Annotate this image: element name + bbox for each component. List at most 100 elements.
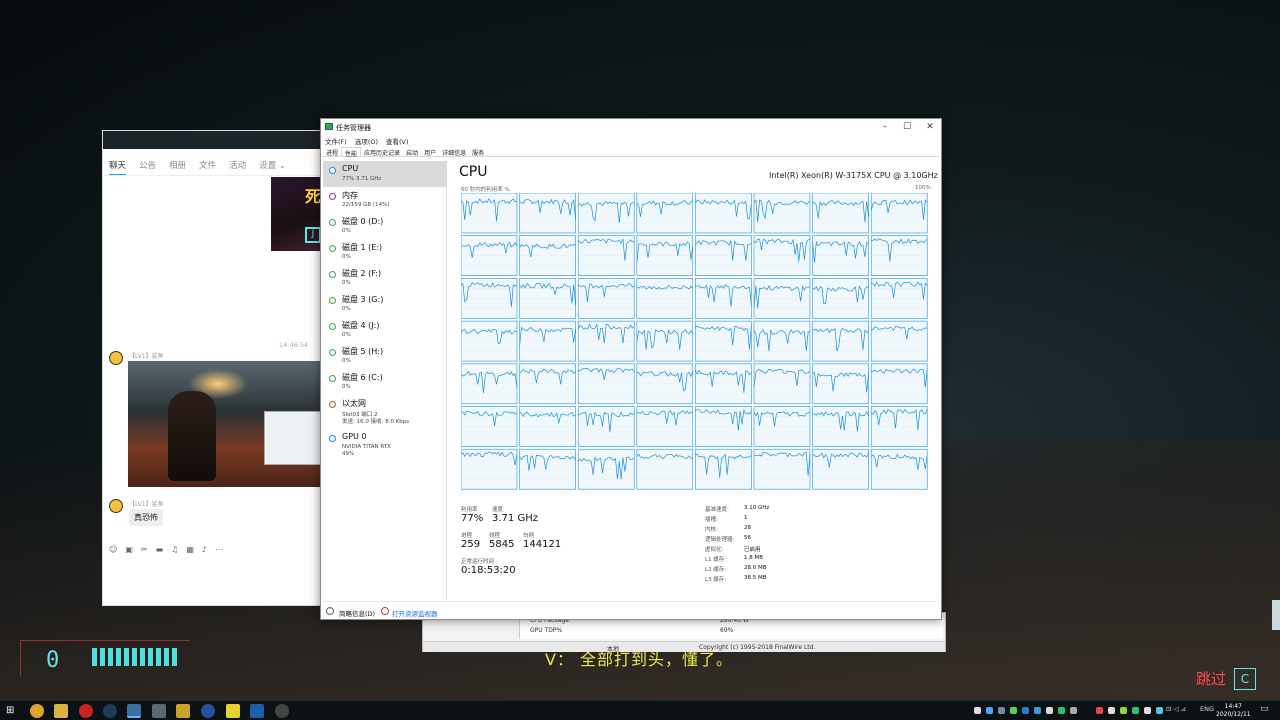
chat-tab-notice[interactable]: 公告 xyxy=(139,159,156,176)
folder-icon[interactable]: ▬ xyxy=(156,545,164,554)
notification-icon[interactable]: ▭ xyxy=(1260,704,1269,714)
tab-users[interactable]: 用户 xyxy=(421,147,439,157)
emoji-icon[interactable]: ☺ xyxy=(109,545,117,554)
tray-icon[interactable] xyxy=(1156,707,1163,714)
chevron-up-icon[interactable]: ˄ xyxy=(326,607,334,615)
shared-image-thumb[interactable]: 死 J xyxy=(271,177,323,251)
steam-icon[interactable] xyxy=(103,704,117,718)
tray-icon[interactable] xyxy=(1108,707,1115,714)
clock-app-icon[interactable] xyxy=(275,704,289,718)
thumb-key: J xyxy=(305,227,321,243)
core-graph xyxy=(577,363,635,405)
bell-icon[interactable]: ♪ xyxy=(202,545,207,554)
sidebar-status-dot-icon xyxy=(329,323,336,330)
titlebar[interactable]: 任务管理器 – ☐ ✕ xyxy=(321,119,941,135)
app-icon[interactable] xyxy=(201,704,215,718)
avatar[interactable] xyxy=(109,499,123,513)
more-icon[interactable]: ⋯ xyxy=(215,545,223,554)
cyberpunk-icon[interactable] xyxy=(226,704,240,718)
core-graph xyxy=(695,448,752,490)
tab-details[interactable]: 详细信息 xyxy=(439,147,469,157)
sidebar-item[interactable]: 磁盘 4 (J:) 0% xyxy=(323,317,447,343)
maximize-icon[interactable]: ☐ xyxy=(895,121,919,133)
aida64-icon[interactable] xyxy=(250,704,264,718)
thread-label: 线程 xyxy=(489,533,501,539)
tray-icon[interactable] xyxy=(974,707,981,714)
sidebar-item-name: 内存 xyxy=(342,191,358,200)
chrome-icon[interactable] xyxy=(30,704,44,718)
core-graph xyxy=(577,278,635,319)
menu-view[interactable]: 查看(V) xyxy=(386,136,409,146)
sidebar-item[interactable]: CPU 77% 3.71 GHz xyxy=(323,161,447,187)
chat-tab-settings-label[interactable]: 设置 xyxy=(259,161,276,171)
tray-icon[interactable] xyxy=(998,707,1005,714)
taskbar-clock[interactable]: 14:47 2020/12/11 xyxy=(1216,703,1251,719)
tab-app-history[interactable]: 应用历史记录 xyxy=(361,147,403,157)
chat-tab-settings[interactable]: 设置 ⌄ xyxy=(259,159,286,176)
chat-tab-album[interactable]: 相册 xyxy=(169,159,186,176)
menu-options[interactable]: 选项(O) xyxy=(355,136,378,146)
tray-icon[interactable] xyxy=(1144,707,1151,714)
detail-value: 28 xyxy=(744,525,751,531)
tray-icon[interactable] xyxy=(1046,707,1053,714)
tray-icon[interactable] xyxy=(1022,707,1029,714)
sidebar-item[interactable]: 磁盘 3 (G:) 0% xyxy=(323,291,447,317)
sidebar-item[interactable]: GPU 0 NVIDIA TITAN RTX 49% xyxy=(323,429,447,457)
chat-tab-chat[interactable]: 聊天 xyxy=(109,159,127,176)
language-indicator[interactable]: ENG xyxy=(1200,705,1214,713)
start-windows-icon[interactable]: ⊞ xyxy=(6,705,17,716)
tray-icon[interactable] xyxy=(1070,707,1077,714)
minimize-icon[interactable]: – xyxy=(873,121,897,133)
chat-app-icon[interactable] xyxy=(127,704,141,718)
core-graph xyxy=(461,320,518,362)
resource-monitor-icon[interactable] xyxy=(381,607,389,615)
music-icon[interactable]: ♫ xyxy=(171,545,178,554)
record-icon[interactable] xyxy=(79,704,93,718)
menu-file[interactable]: 文件(F) xyxy=(325,136,347,146)
tab-processes[interactable]: 进程 xyxy=(323,147,341,157)
hud-counter: 0 xyxy=(46,648,60,673)
core-graph xyxy=(812,363,869,405)
taskmanager-taskbar-icon[interactable] xyxy=(152,704,166,718)
tray-icon[interactable] xyxy=(1096,707,1103,714)
sidebar-item-name: 磁盘 6 (C:) xyxy=(342,373,383,382)
tray-icon[interactable] xyxy=(1034,707,1041,714)
game-launcher-icon[interactable] xyxy=(176,704,190,718)
avatar[interactable] xyxy=(109,351,123,365)
sidebar-item[interactable]: 磁盘 0 (D:) 0% xyxy=(323,213,447,239)
sidebar-item[interactable]: 磁盘 2 (F:) 0% xyxy=(323,265,447,291)
sidebar-item[interactable]: 磁盘 1 (E:) 0% xyxy=(323,239,447,265)
tray-network-volume-icons[interactable]: ⊡ ◁ ⊿ xyxy=(1166,705,1186,713)
sidebar-item[interactable]: 内存 22/159 GB (14%) xyxy=(323,187,447,213)
tray-icon[interactable] xyxy=(1120,707,1127,714)
image-icon[interactable]: ▦ xyxy=(186,545,194,554)
tray-icon[interactable] xyxy=(1058,707,1065,714)
core-graph xyxy=(695,363,752,405)
core-graph xyxy=(870,320,928,362)
sidebar-item[interactable]: 磁盘 6 (C:) 0% xyxy=(323,369,447,395)
tray-icon[interactable] xyxy=(1010,707,1017,714)
tray-icon[interactable] xyxy=(986,707,993,714)
tab-startup[interactable]: 启动 xyxy=(403,147,421,157)
chat-tab-activity[interactable]: 活动 xyxy=(229,159,246,176)
open-resource-monitor-link[interactable]: 打开资源监视器 xyxy=(392,608,438,618)
sidebar-item[interactable]: 以太网 Slot03 端口 2 发送: 16.0 接收: 8.0 Kbps xyxy=(323,395,447,425)
file-explorer-icon[interactable] xyxy=(54,704,68,718)
sidebar-status-dot-icon xyxy=(329,245,336,252)
page-title: CPU xyxy=(459,164,488,180)
sidebar-item-detail: 0% xyxy=(342,306,351,312)
gif-icon[interactable]: ▣ xyxy=(125,545,133,554)
sidebar-item-detail: 22/159 GB (14%) xyxy=(342,202,390,208)
scissors-icon[interactable]: ✂ xyxy=(141,545,148,554)
shared-photo[interactable] xyxy=(128,361,322,487)
skip-label[interactable]: 跳过 xyxy=(1196,668,1226,689)
close-icon[interactable]: ✕ xyxy=(918,121,942,133)
chat-tab-files[interactable]: 文件 xyxy=(199,159,216,176)
brief-info-button[interactable]: 简略信息(D) xyxy=(339,608,375,618)
skip-key-icon[interactable]: C xyxy=(1234,668,1256,690)
sidebar-item[interactable]: 磁盘 5 (H:) 0% xyxy=(323,343,447,369)
core-graph xyxy=(636,320,694,362)
tab-services[interactable]: 服务 xyxy=(469,147,487,157)
tab-performance[interactable]: 性能 xyxy=(341,147,362,158)
tray-icon[interactable] xyxy=(1132,707,1139,714)
